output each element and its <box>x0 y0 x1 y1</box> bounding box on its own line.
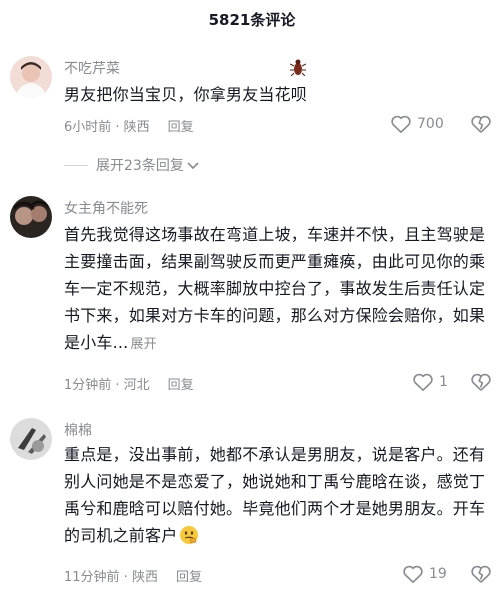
avatar[interactable] <box>10 56 52 98</box>
broken-heart-outline-icon[interactable] <box>470 114 492 134</box>
comment-text: 男友把你当宝贝，你拿男友当花呗 <box>64 85 308 104</box>
avatar[interactable] <box>10 196 52 238</box>
like-button[interactable]: 1 <box>412 372 448 392</box>
comment-text-body: 首先我觉得这场事故在弯道上坡，车速并不快，且主驾驶是主要撞击面，结果副驾驶反而更… <box>64 225 486 352</box>
broken-heart-outline-icon[interactable] <box>470 372 492 392</box>
like-count: 1 <box>439 374 448 390</box>
replies-divider <box>64 164 88 166</box>
comment-time-location: 1分钟前 · 河北 <box>64 378 150 393</box>
expand-replies-label: 展开23条回复 <box>96 158 184 174</box>
reply-button[interactable]: 回复 <box>168 374 194 393</box>
comment-count-title: 5821条评论 <box>208 11 296 29</box>
expand-replies-button[interactable]: 展开23条回复 <box>64 155 199 175</box>
reply-button[interactable]: 回复 <box>168 116 194 135</box>
heart-outline-icon <box>391 115 411 133</box>
comment-time-location: 11分钟前 · 陕西 <box>64 570 158 585</box>
thinking-face-emoji <box>180 526 199 544</box>
like-count: 700 <box>417 116 444 132</box>
like-count: 19 <box>429 566 447 582</box>
expand-text-button[interactable]: 展开 <box>130 337 156 352</box>
reply-button[interactable]: 回复 <box>176 566 202 585</box>
like-button[interactable]: 19 <box>402 564 447 584</box>
comment-time-location: 6小时前 · 陕西 <box>64 120 150 135</box>
heart-outline-icon <box>403 565 423 583</box>
comment-meta: 1分钟前 · 河北 回复 <box>64 374 194 393</box>
comment-text-body: 重点是，没出事前，她都不承认是男朋友，说是客户。还有别人问她是不是恋爱了，她说她… <box>64 445 486 545</box>
comment-meta: 6小时前 · 陕西 回复 <box>64 116 194 135</box>
comments-header: 5821条评论 <box>0 0 504 42</box>
avatar[interactable] <box>10 418 52 460</box>
comment-text: 首先我觉得这场事故在弯道上坡，车速并不快，且主驾驶是主要撞击面，结果副驾驶反而更… <box>64 221 492 361</box>
bug-icon <box>290 59 306 76</box>
comment-meta: 11分钟前 · 陕西 回复 <box>64 566 202 585</box>
comment-username[interactable]: 棉棉 <box>64 420 92 440</box>
chevron-down-icon <box>187 162 199 170</box>
comment-text: 重点是，没出事前，她都不承认是男朋友，说是客户。还有别人问她是不是恋爱了，她说她… <box>64 441 492 549</box>
like-button[interactable]: 700 <box>390 114 444 134</box>
comment-username[interactable]: 不吃芹菜 <box>64 58 120 78</box>
heart-outline-icon <box>413 373 433 391</box>
comment-username[interactable]: 女主角不能死 <box>64 198 148 218</box>
broken-heart-outline-icon[interactable] <box>470 564 492 584</box>
